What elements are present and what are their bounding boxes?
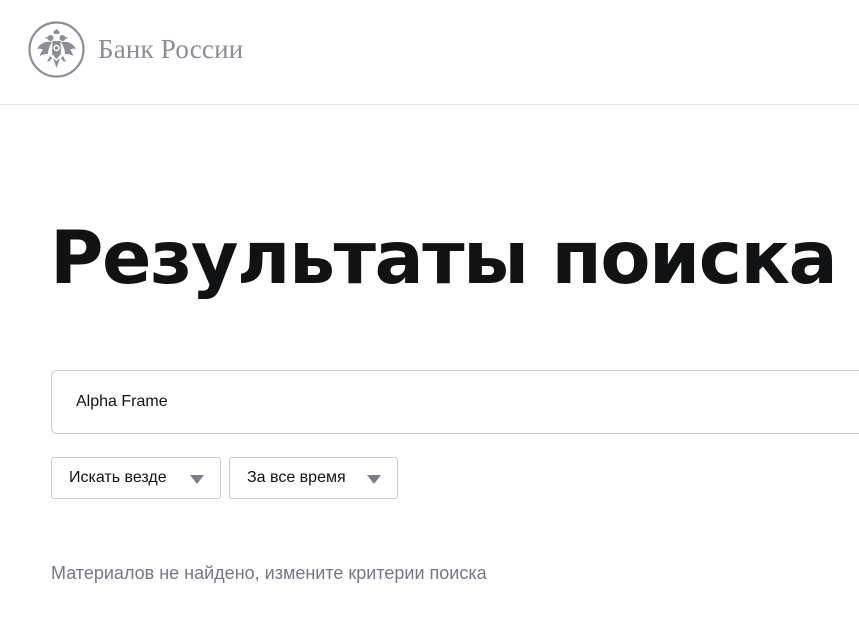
empty-results-message: Материалов не найдено, измените критерии… bbox=[51, 563, 487, 583]
triangle-down-icon bbox=[190, 475, 204, 484]
site-header: Банк России bbox=[0, 0, 859, 105]
scope-dropdown[interactable]: Искать везде bbox=[51, 457, 221, 499]
period-dropdown-label: За все время bbox=[247, 469, 346, 486]
page-title: Результаты поиска bbox=[50, 216, 838, 301]
scope-dropdown-label: Искать везде bbox=[69, 469, 167, 486]
logo-link[interactable]: Банк России bbox=[28, 21, 243, 78]
search-input[interactable] bbox=[76, 371, 836, 433]
triangle-down-icon bbox=[367, 475, 381, 484]
search-box bbox=[51, 370, 859, 434]
period-dropdown[interactable]: За все время bbox=[229, 457, 398, 499]
logo-text: Банк России bbox=[98, 34, 244, 64]
eagle-emblem-icon bbox=[28, 21, 85, 78]
